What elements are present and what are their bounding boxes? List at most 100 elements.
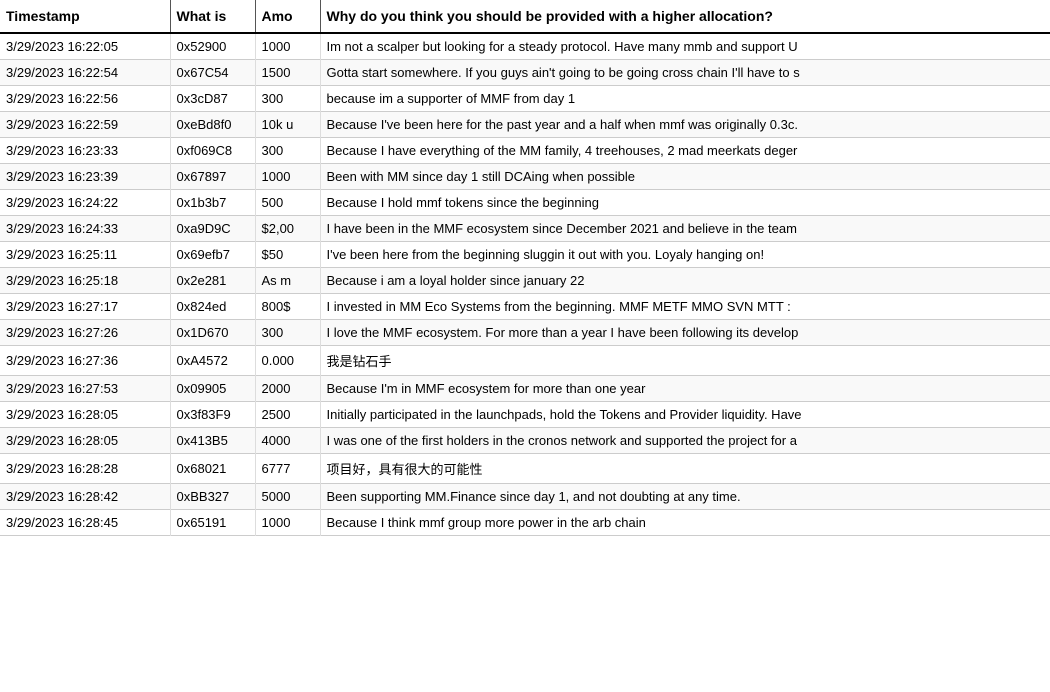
header-why: Why do you think you should be provided … (320, 0, 1050, 33)
cell-why: 我是钻石手 (320, 346, 1050, 376)
cell-whatis: 0x09905 (170, 376, 255, 402)
cell-whatis: 0xf069C8 (170, 138, 255, 164)
table-row: 3/29/2023 16:27:170x824ed800$I invested … (0, 294, 1050, 320)
header-amount: Amo (255, 0, 320, 33)
cell-timestamp: 3/29/2023 16:28:05 (0, 428, 170, 454)
cell-timestamp: 3/29/2023 16:24:22 (0, 190, 170, 216)
cell-whatis: 0x3f83F9 (170, 402, 255, 428)
cell-whatis: 0x65191 (170, 510, 255, 536)
cell-timestamp: 3/29/2023 16:22:56 (0, 86, 170, 112)
cell-why: Im not a scalper but looking for a stead… (320, 33, 1050, 60)
table-row: 3/29/2023 16:23:390x678971000Been with M… (0, 164, 1050, 190)
cell-timestamp: 3/29/2023 16:28:42 (0, 484, 170, 510)
cell-whatis: 0x67C54 (170, 60, 255, 86)
table-row: 3/29/2023 16:28:050x413B54000I was one o… (0, 428, 1050, 454)
cell-why: Been with MM since day 1 still DCAing wh… (320, 164, 1050, 190)
cell-whatis: 0x52900 (170, 33, 255, 60)
cell-amount: 1500 (255, 60, 320, 86)
table-row: 3/29/2023 16:23:330xf069C8300Because I h… (0, 138, 1050, 164)
cell-timestamp: 3/29/2023 16:25:18 (0, 268, 170, 294)
cell-whatis: 0xA4572 (170, 346, 255, 376)
cell-amount: $50 (255, 242, 320, 268)
cell-amount: 5000 (255, 484, 320, 510)
table-row: 3/29/2023 16:22:590xeBd8f010k uBecause I… (0, 112, 1050, 138)
cell-why: Initially participated in the launchpads… (320, 402, 1050, 428)
header-timestamp: Timestamp (0, 0, 170, 33)
cell-timestamp: 3/29/2023 16:28:28 (0, 454, 170, 484)
cell-timestamp: 3/29/2023 16:28:05 (0, 402, 170, 428)
cell-amount: 300 (255, 138, 320, 164)
cell-amount: 2000 (255, 376, 320, 402)
cell-whatis: 0x824ed (170, 294, 255, 320)
cell-whatis: 0xBB327 (170, 484, 255, 510)
cell-amount: 4000 (255, 428, 320, 454)
cell-whatis: 0xa9D9C (170, 216, 255, 242)
cell-timestamp: 3/29/2023 16:27:53 (0, 376, 170, 402)
cell-timestamp: 3/29/2023 16:28:45 (0, 510, 170, 536)
data-table: Timestamp What is Amo Why do you think y… (0, 0, 1050, 536)
cell-timestamp: 3/29/2023 16:27:26 (0, 320, 170, 346)
cell-why: I invested in MM Eco Systems from the be… (320, 294, 1050, 320)
table-row: 3/29/2023 16:27:260x1D670300I love the M… (0, 320, 1050, 346)
cell-timestamp: 3/29/2023 16:24:33 (0, 216, 170, 242)
cell-amount: 800$ (255, 294, 320, 320)
cell-whatis: 0x69efb7 (170, 242, 255, 268)
cell-timestamp: 3/29/2023 16:25:11 (0, 242, 170, 268)
cell-whatis: 0x1b3b7 (170, 190, 255, 216)
cell-timestamp: 3/29/2023 16:22:54 (0, 60, 170, 86)
cell-timestamp: 3/29/2023 16:22:05 (0, 33, 170, 60)
cell-whatis: 0xeBd8f0 (170, 112, 255, 138)
cell-whatis: 0x1D670 (170, 320, 255, 346)
cell-why: Because i am a loyal holder since januar… (320, 268, 1050, 294)
table-row: 3/29/2023 16:24:220x1b3b7500Because I ho… (0, 190, 1050, 216)
cell-why: I've been here from the beginning sluggi… (320, 242, 1050, 268)
cell-amount: 6777 (255, 454, 320, 484)
cell-timestamp: 3/29/2023 16:27:17 (0, 294, 170, 320)
table-row: 3/29/2023 16:27:360xA45720.000我是钻石手 (0, 346, 1050, 376)
cell-why: I love the MMF ecosystem. For more than … (320, 320, 1050, 346)
cell-why: Been supporting MM.Finance since day 1, … (320, 484, 1050, 510)
cell-whatis: 0x3cD87 (170, 86, 255, 112)
cell-why: Because I hold mmf tokens since the begi… (320, 190, 1050, 216)
cell-timestamp: 3/29/2023 16:23:33 (0, 138, 170, 164)
cell-amount: 300 (255, 320, 320, 346)
cell-why: I was one of the first holders in the cr… (320, 428, 1050, 454)
table-row: 3/29/2023 16:24:330xa9D9C$2,00I have bee… (0, 216, 1050, 242)
cell-amount: As m (255, 268, 320, 294)
cell-whatis: 0x67897 (170, 164, 255, 190)
table-row: 3/29/2023 16:28:450x651911000Because I t… (0, 510, 1050, 536)
cell-amount: 1000 (255, 33, 320, 60)
cell-timestamp: 3/29/2023 16:23:39 (0, 164, 170, 190)
header-whatis: What is (170, 0, 255, 33)
cell-amount: 10k u (255, 112, 320, 138)
cell-why: 项目好，具有很大的可能性 (320, 454, 1050, 484)
table-row: 3/29/2023 16:28:050x3f83F92500Initially … (0, 402, 1050, 428)
table-row: 3/29/2023 16:28:420xBB3275000Been suppor… (0, 484, 1050, 510)
cell-why: Because I think mmf group more power in … (320, 510, 1050, 536)
cell-timestamp: 3/29/2023 16:27:36 (0, 346, 170, 376)
cell-amount: 1000 (255, 510, 320, 536)
table-row: 3/29/2023 16:22:560x3cD87300because im a… (0, 86, 1050, 112)
table-row: 3/29/2023 16:25:180x2e281As mBecause i a… (0, 268, 1050, 294)
cell-why: Gotta start somewhere. If you guys ain't… (320, 60, 1050, 86)
cell-amount: 2500 (255, 402, 320, 428)
table-row: 3/29/2023 16:22:540x67C541500Gotta start… (0, 60, 1050, 86)
cell-whatis: 0x68021 (170, 454, 255, 484)
cell-why: Because I'm in MMF ecosystem for more th… (320, 376, 1050, 402)
cell-timestamp: 3/29/2023 16:22:59 (0, 112, 170, 138)
table-row: 3/29/2023 16:28:280x680216777项目好，具有很大的可能… (0, 454, 1050, 484)
cell-amount: 1000 (255, 164, 320, 190)
table-row: 3/29/2023 16:25:110x69efb7$50I've been h… (0, 242, 1050, 268)
table-body: 3/29/2023 16:22:050x529001000Im not a sc… (0, 33, 1050, 536)
cell-amount: 300 (255, 86, 320, 112)
header-row: Timestamp What is Amo Why do you think y… (0, 0, 1050, 33)
cell-amount: $2,00 (255, 216, 320, 242)
table-row: 3/29/2023 16:22:050x529001000Im not a sc… (0, 33, 1050, 60)
cell-why: I have been in the MMF ecosystem since D… (320, 216, 1050, 242)
cell-why: because im a supporter of MMF from day 1 (320, 86, 1050, 112)
cell-whatis: 0x2e281 (170, 268, 255, 294)
cell-amount: 0.000 (255, 346, 320, 376)
cell-why: Because I've been here for the past year… (320, 112, 1050, 138)
cell-why: Because I have everything of the MM fami… (320, 138, 1050, 164)
cell-amount: 500 (255, 190, 320, 216)
